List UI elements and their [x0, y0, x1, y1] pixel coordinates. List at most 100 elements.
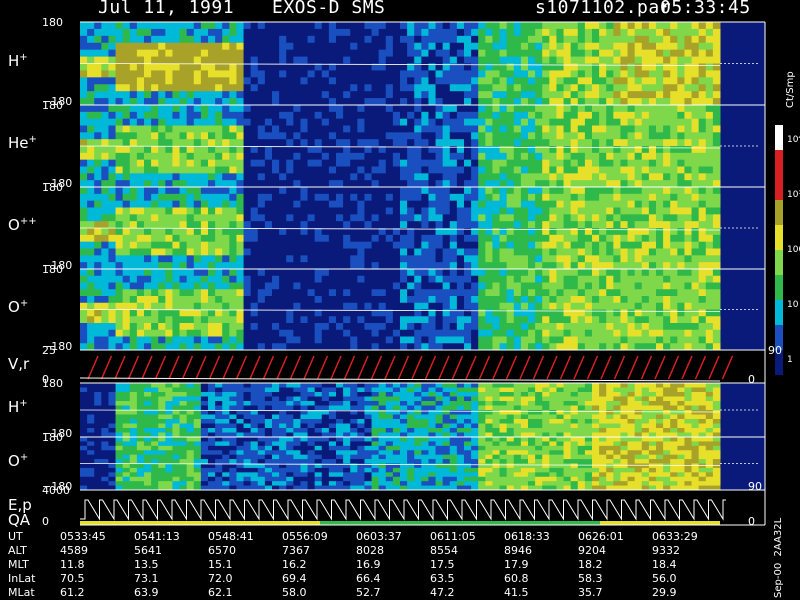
- spectrogram-cell: [129, 387, 138, 393]
- spectrogram-cell: [627, 248, 636, 256]
- spectrogram-cell: [250, 401, 259, 406]
- spectrogram-cell: [648, 336, 657, 344]
- spectrogram-cell: [229, 234, 237, 243]
- spectrogram-cell: [570, 70, 579, 78]
- spectrogram-cell: [272, 125, 280, 133]
- spectrogram-cell: [449, 152, 458, 161]
- spectrogram-cell: [343, 383, 351, 388]
- spectrogram-cell: [456, 42, 465, 51]
- spectrogram-cell: [549, 111, 557, 120]
- spectrogram-cell: [272, 70, 280, 78]
- spectrogram-cell: [129, 146, 138, 154]
- spectrogram-cell: [556, 221, 565, 229]
- spectrogram-cell: [321, 419, 330, 424]
- spectrogram-cell: [350, 28, 358, 37]
- spectrogram-cell: [634, 98, 643, 106]
- spectrogram-cell: [670, 173, 678, 181]
- spectrogram-cell: [485, 248, 493, 256]
- spectrogram-cell: [563, 214, 572, 222]
- spectrogram-cell: [656, 329, 664, 337]
- spectrogram-cell: [314, 401, 323, 406]
- spectrogram-cell: [293, 316, 301, 324]
- spectrogram-cell: [449, 316, 458, 324]
- spectrogram-cell: [712, 316, 721, 324]
- spectrogram-cell: [599, 98, 607, 106]
- spectrogram-cell: [513, 255, 522, 263]
- spectrogram-cell: [208, 396, 216, 402]
- spectrogram-cell: [656, 63, 664, 71]
- spectrogram-cell: [264, 405, 273, 411]
- spectrogram-cell: [634, 262, 643, 270]
- spectrogram-cell: [691, 275, 700, 283]
- spectrogram-cell: [243, 414, 252, 420]
- spectrogram-cell: [129, 392, 138, 397]
- spectrogram-cell: [122, 401, 131, 406]
- spectrogram-cell: [250, 132, 259, 140]
- spectrogram-cell: [122, 221, 131, 229]
- spectrogram-cell: [300, 419, 309, 424]
- spectrogram-cell: [456, 125, 465, 133]
- spectrogram-cell: [243, 296, 252, 304]
- spectrogram-cell: [165, 410, 173, 415]
- spectrogram-cell: [222, 200, 230, 208]
- spectrogram-cell: [677, 22, 685, 30]
- spectrogram-cell: [428, 132, 437, 140]
- spectrogram-cell: [94, 419, 102, 424]
- spectrogram-cell: [684, 316, 693, 324]
- spectrogram-cell: [385, 221, 394, 229]
- spectrogram-cell: [364, 152, 373, 161]
- spectrogram-cell: [535, 296, 543, 304]
- spectrogram-cell: [328, 214, 337, 222]
- spectrogram-cell: [264, 282, 273, 290]
- spectrogram-cell: [648, 84, 657, 92]
- spectrogram-cell: [257, 98, 266, 106]
- spectrogram-cell: [414, 125, 422, 133]
- spectrogram-cell: [193, 405, 202, 411]
- spectrogram-cell: [350, 241, 358, 249]
- spectrogram-cell: [378, 49, 387, 58]
- spectrogram-cell: [200, 146, 209, 154]
- spectrogram-cell: [158, 125, 166, 133]
- spectrogram-cell: [485, 70, 493, 78]
- spectrogram-cell: [172, 309, 181, 317]
- spectrogram-cell: [606, 289, 614, 297]
- spectrogram-cell: [592, 180, 600, 188]
- spectrogram-cell: [165, 111, 173, 120]
- spectrogram-cell: [321, 91, 330, 99]
- spectrogram-cell: [407, 193, 415, 202]
- spectrogram-cell: [364, 200, 373, 208]
- spectrogram-cell: [577, 316, 586, 324]
- spectrogram-cell: [520, 28, 529, 37]
- spectrogram-cell: [634, 282, 643, 290]
- spectrogram-cell: [535, 302, 543, 310]
- spectrogram-cell: [243, 187, 252, 195]
- spectrogram-cell: [371, 49, 380, 58]
- spectrogram-cell: [158, 392, 166, 397]
- spectrogram-cell: [634, 173, 643, 181]
- spectrogram-cell: [350, 336, 358, 344]
- spectrogram-cell: [357, 282, 365, 290]
- spectrogram-cell: [215, 401, 223, 406]
- spectrogram-cell: [257, 35, 266, 44]
- spectrogram-cell: [684, 63, 693, 71]
- spectrogram-cell: [400, 139, 408, 147]
- spectrogram-cell: [392, 234, 401, 243]
- spectrogram-cell: [577, 22, 586, 30]
- spectrogram-cell: [350, 35, 358, 44]
- spectrogram-cell: [229, 392, 237, 397]
- spectrogram-cell: [364, 105, 373, 113]
- spectrogram-cell: [656, 98, 664, 106]
- spectrogram-cell: [400, 383, 408, 388]
- spectrogram-cell: [307, 22, 316, 30]
- spectrogram-cell: [513, 125, 522, 133]
- spectrogram-cell: [243, 63, 252, 71]
- spectrogram-cell: [392, 91, 401, 99]
- spectrogram-cell: [584, 139, 593, 147]
- spectrogram-cell: [115, 419, 124, 424]
- spectrogram-cell: [613, 248, 621, 256]
- spectrogram-cell: [648, 323, 657, 331]
- spectrogram-cell: [378, 387, 387, 393]
- spectrogram-cell: [179, 125, 188, 133]
- spectrogram-cell: [208, 309, 216, 317]
- spectrogram-cell: [357, 111, 365, 120]
